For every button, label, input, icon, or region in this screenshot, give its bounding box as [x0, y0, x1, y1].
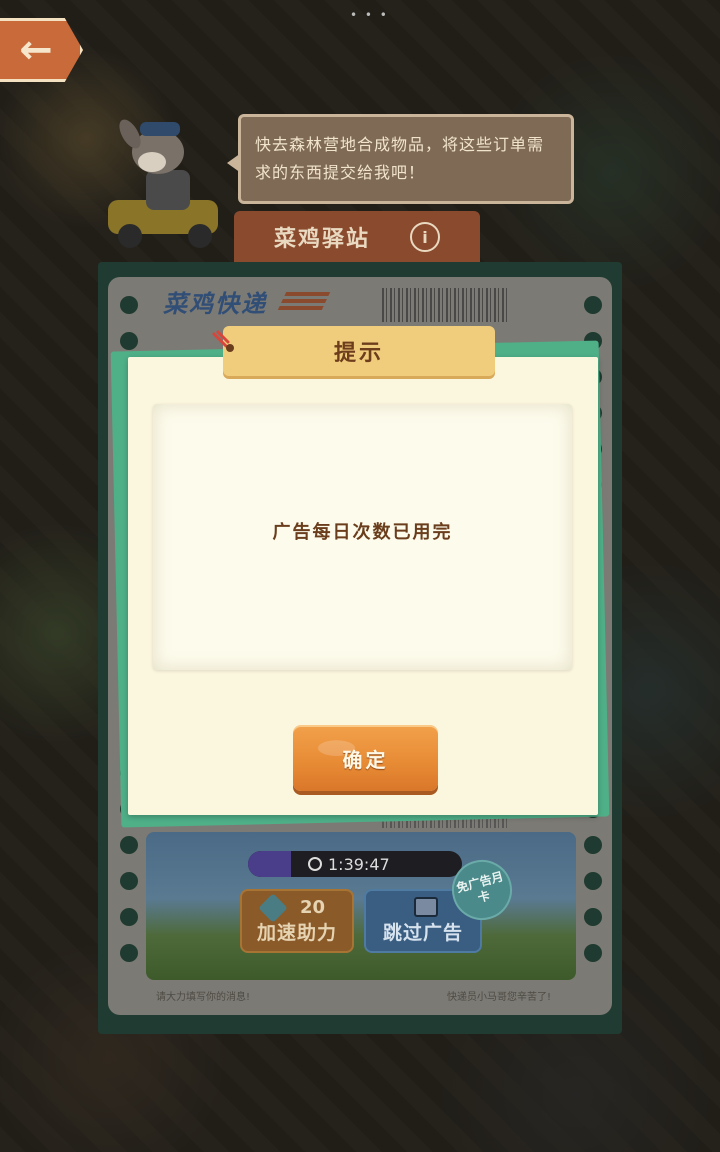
station-header: 菜鸡驿站 i	[234, 211, 480, 263]
ticket-footer-left: 请大力填写你的消息!	[156, 992, 251, 1003]
tv-ad-icon	[414, 897, 438, 917]
station-title: 菜鸡驿站	[273, 227, 370, 252]
barcode-icon	[382, 288, 508, 322]
dialog-content-card: 广告每日次数已用完	[153, 404, 572, 670]
top-indicator: • • •	[350, 8, 389, 22]
speedup-button[interactable]: 20 加速助力	[240, 889, 354, 953]
info-icon[interactable]: i	[410, 222, 440, 252]
speedup-label: 加速助力	[256, 922, 337, 944]
pin-icon	[212, 330, 234, 352]
timer-value: 1:39:47	[328, 854, 390, 874]
clock-icon	[308, 857, 322, 871]
order-timer: 1:39:47	[248, 851, 462, 877]
donkey-mascot-icon	[108, 119, 218, 248]
skip-ad-label: 跳过广告	[382, 922, 463, 944]
dialog-message: 广告每日次数已用完	[272, 522, 453, 543]
confirm-button[interactable]: 确定	[293, 725, 438, 791]
ticket-brand: 菜鸡快递	[163, 290, 267, 318]
back-arrow-icon: ←	[19, 27, 53, 73]
npc-speech-bubble: 快去森林营地合成物品，将这些订单需求的东西提交给我吧！	[227, 114, 574, 204]
timer-progress-fill	[248, 851, 291, 877]
ticket-footer-right: 快递员小马哥您辛苦了!	[447, 992, 552, 1003]
dialog-title: 提示	[223, 326, 495, 376]
brand-stripes-icon	[277, 292, 331, 310]
speedup-count: 20	[300, 897, 326, 918]
